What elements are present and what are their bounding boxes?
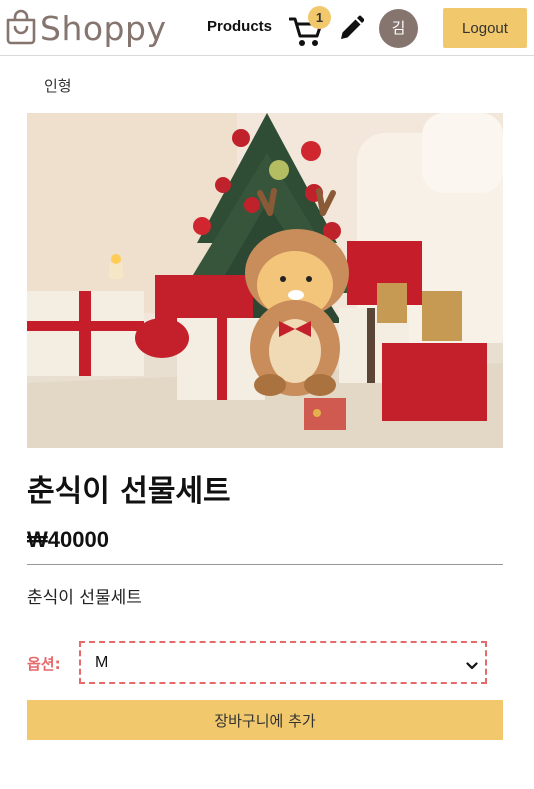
cart-count-badge: 1 — [308, 6, 331, 29]
logo-link[interactable]: Shoppy — [5, 9, 166, 49]
option-selected-value: M — [95, 654, 109, 671]
product-image — [27, 113, 503, 448]
product-title: 춘식이 선물세트 — [27, 474, 231, 509]
product-price: ₩40000 — [27, 527, 109, 552]
shopping-bag-icon — [5, 9, 37, 49]
add-to-cart-button[interactable]: 장바구니에 추가 — [27, 700, 503, 740]
nav-products-link[interactable]: Products — [207, 18, 272, 35]
divider — [27, 564, 503, 565]
avatar[interactable]: 김 — [379, 9, 418, 48]
product-category: 인형 — [44, 77, 72, 95]
chevron-down-icon — [466, 657, 478, 670]
product-description: 춘식이 선물세트 — [27, 588, 142, 608]
cart-button[interactable]: 1 — [289, 6, 331, 46]
option-label: 옵션: — [27, 655, 61, 673]
header: Shoppy Products 1 김 Logout — [0, 0, 534, 56]
logo-text: Shoppy — [40, 9, 167, 48]
option-select[interactable]: M — [79, 641, 487, 684]
logout-button[interactable]: Logout — [443, 8, 527, 48]
pencil-icon[interactable] — [338, 14, 365, 42]
